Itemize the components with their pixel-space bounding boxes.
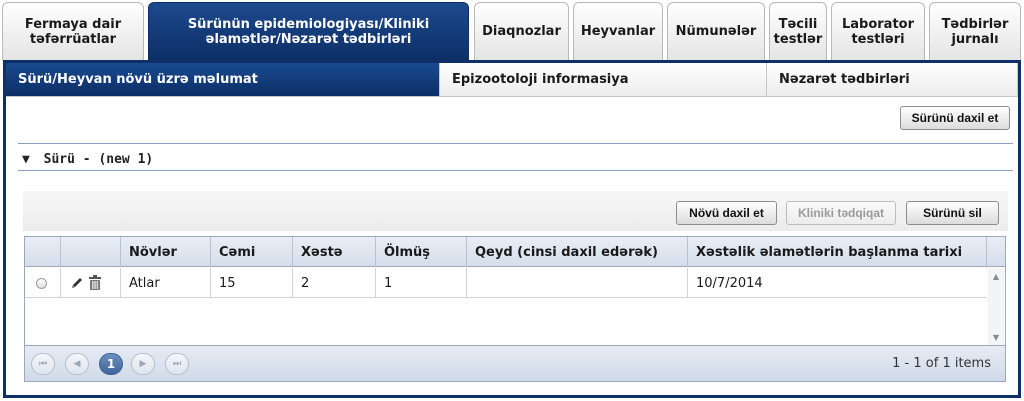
herd-section-title: Sürü - (new 1): [43, 152, 154, 167]
clinical-exam-button: Kliniki tədqiqat: [786, 201, 896, 225]
grid-header: Növlər Cəmi Xəstə Ölmüş Qeyd (cinsi daxi…: [25, 237, 1005, 267]
col-onset-date[interactable]: Xəstəlik əlamətlərin başlanma tarixi: [688, 237, 987, 267]
subtab-control-measures[interactable]: Nəzarət tədbirləri: [767, 63, 1018, 97]
row-radio[interactable]: [36, 277, 47, 289]
col-dead[interactable]: Ölmüş: [376, 237, 467, 267]
prev-page-button[interactable]: ◀: [65, 353, 89, 375]
subtab-epizootic-info[interactable]: Epizootoloji informasiya: [440, 63, 767, 97]
col-total[interactable]: Cəmi: [211, 237, 293, 267]
next-page-button[interactable]: ▶: [131, 353, 155, 375]
main-panel: Sürü/Heyvan növü üzrə məlumat Epizootolo…: [3, 60, 1021, 398]
first-page-button[interactable]: ⏮: [31, 353, 55, 375]
section-divider-top: [18, 143, 1013, 144]
grid-scrollbar[interactable]: ▲ ▼: [988, 268, 1004, 345]
collapse-toggle-icon[interactable]: ▼: [22, 152, 30, 167]
delete-herd-button[interactable]: Sürünü sil: [906, 201, 999, 225]
herd-section-header[interactable]: ▼ Sürü - (new 1): [22, 152, 153, 167]
tab-animals[interactable]: Heyvanlar: [573, 2, 663, 60]
top-tab-bar: Fermaya dair təfərrüatlar Sürünün epidem…: [0, 0, 1024, 60]
tab-herd-epidemiology[interactable]: Sürünün epidemiologiyası/Kliniki əlamətl…: [148, 2, 469, 60]
col-species[interactable]: Növlər: [121, 237, 211, 267]
trash-icon[interactable]: [88, 275, 102, 291]
col-sick[interactable]: Xəstə: [293, 237, 376, 267]
pencil-icon[interactable]: [70, 276, 84, 290]
tab-lab-tests[interactable]: Laborator testləri: [831, 2, 925, 60]
tab-urgent-tests[interactable]: Təcili testlər: [769, 2, 827, 60]
subtab-herd-species-info[interactable]: Sürü/Heyvan növü üzrə məlumat: [6, 63, 440, 97]
pager-info: 1 - 1 of 1 items: [892, 356, 991, 371]
cell-sick: 2: [293, 268, 376, 298]
current-page-button[interactable]: 1: [99, 353, 123, 375]
last-page-button[interactable]: ⏭: [165, 353, 189, 375]
col-actions: [61, 237, 121, 267]
row-actions-cell: [61, 268, 121, 298]
tab-action-log[interactable]: Tədbirlər jurnalı: [929, 2, 1021, 60]
tab-samples[interactable]: Nümunələr: [667, 2, 765, 60]
tab-diagnoses[interactable]: Diaqnozlar: [474, 2, 569, 60]
scroll-up-icon[interactable]: ▲: [988, 270, 1004, 282]
scroll-down-icon[interactable]: ▼: [988, 331, 1004, 343]
cell-onset-date: 10/7/2014: [696, 275, 763, 291]
species-grid: Növlər Cəmi Xəstə Ölmüş Qeyd (cinsi daxi…: [24, 236, 1006, 382]
table-row[interactable]: Atlar 15 2 1 10/7/2014: [25, 268, 987, 298]
tab-farm-details[interactable]: Fermaya dair təfərrüatlar: [2, 2, 144, 60]
add-herd-button[interactable]: Sürünü daxil et: [900, 106, 1010, 130]
cell-species: Atlar: [121, 268, 211, 298]
add-species-button[interactable]: Növü daxil et: [676, 201, 777, 225]
col-select: [25, 237, 61, 267]
section-divider-bottom: [18, 170, 1013, 171]
cell-note: [467, 268, 688, 298]
row-select-cell: [25, 268, 61, 298]
sub-tab-bar: Sürü/Heyvan növü üzrə məlumat Epizootolo…: [6, 63, 1018, 97]
cell-total: 15: [211, 268, 293, 298]
cell-dead: 1: [376, 268, 467, 298]
col-note[interactable]: Qeyd (cinsi daxil edərək): [467, 237, 688, 267]
grid-pager: ⏮ ◀ 1 ▶ ⏭ 1 - 1 of 1 items: [25, 345, 1005, 381]
